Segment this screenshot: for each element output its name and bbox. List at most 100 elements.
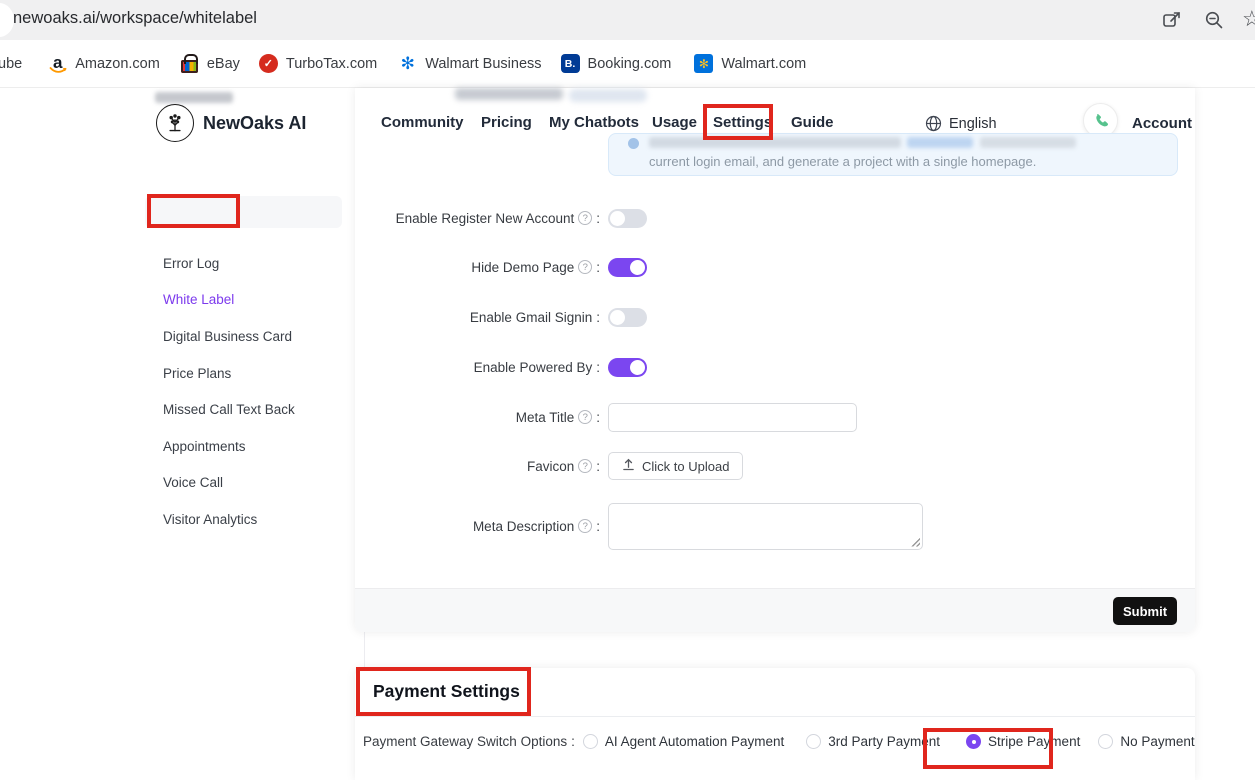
- row-enable-gmail-signin: Enable Gmail Signin :: [363, 301, 1163, 333]
- blurred-toggle-remnant: [569, 89, 647, 102]
- radio-label: Stripe Payment: [988, 734, 1080, 749]
- bookmark-booking[interactable]: B. Booking.com: [561, 54, 672, 73]
- bookmark-label: Amazon.com: [75, 56, 160, 72]
- help-icon[interactable]: ?: [578, 211, 592, 225]
- bookmark-label: Booking.com: [588, 56, 672, 72]
- favicon-upload-button[interactable]: Click to Upload: [608, 452, 743, 480]
- blurred-info-text: [980, 137, 1076, 148]
- bookmarks-bar: ube a Amazon.com eBay ✓ TurboTax.com ✻ W…: [0, 40, 1255, 88]
- sidebar-item-missed-call-text-back[interactable]: Missed Call Text Back: [163, 402, 295, 417]
- radio-icon: [1098, 734, 1113, 749]
- row-payment-gateway-switch-options: Payment Gateway Switch Options : AI Agen…: [363, 734, 1183, 749]
- radio-3rd-party-payment[interactable]: 3rd Party Payment: [806, 734, 940, 749]
- row-enable-register-new-account: Enable Register New Account ? :: [363, 202, 1163, 234]
- help-icon[interactable]: ?: [578, 519, 592, 533]
- info-icon: [628, 138, 639, 149]
- label-colon: :: [596, 310, 600, 325]
- radio-label: 3rd Party Payment: [828, 734, 940, 749]
- blurred-form-remnant: [455, 88, 563, 100]
- nav-guide[interactable]: Guide: [791, 114, 834, 131]
- bookmark-label: TurboTax.com: [286, 56, 377, 72]
- nav-settings[interactable]: Settings: [713, 114, 772, 131]
- blurred-info-text: [649, 137, 901, 148]
- sidebar-item-appointments[interactable]: Appointments: [163, 439, 246, 454]
- sidebar-item-digital-business-card[interactable]: Digital Business Card: [163, 329, 292, 344]
- upload-icon: [622, 458, 635, 474]
- meta-description-textarea[interactable]: [608, 503, 923, 550]
- sidebar-item-visitor-analytics[interactable]: Visitor Analytics: [163, 512, 257, 527]
- share-icon[interactable]: [1161, 9, 1183, 31]
- booking-icon: B.: [561, 54, 580, 73]
- radio-no-payment[interactable]: No Payment: [1098, 734, 1194, 749]
- help-icon[interactable]: ?: [578, 260, 592, 274]
- nav-my-chatbots[interactable]: My Chatbots: [549, 114, 639, 131]
- field-label: Enable Register New Account: [396, 211, 575, 226]
- ebay-icon: [180, 54, 199, 73]
- label-colon: :: [596, 519, 600, 534]
- field-label: Favicon: [527, 459, 574, 474]
- field-label: Hide Demo Page: [471, 260, 574, 275]
- sidebar-item-voice-call[interactable]: Voice Call: [163, 475, 223, 490]
- sidebar-item-price-plans[interactable]: Price Plans: [163, 366, 231, 381]
- nav-community[interactable]: Community: [381, 114, 464, 131]
- row-meta-title: Meta Title ? :: [363, 402, 1163, 432]
- form-footer: Submit: [355, 588, 1195, 632]
- bookmark-label: eBay: [207, 56, 240, 72]
- radio-stripe-payment[interactable]: Stripe Payment: [966, 734, 1080, 749]
- address-bar-pill: [0, 3, 14, 37]
- sidebar-item-white-label[interactable]: White Label: [163, 292, 234, 307]
- bookmark-ebay[interactable]: eBay: [180, 54, 240, 73]
- blurred-workspace-name: [155, 92, 233, 103]
- radio-label: AI Agent Automation Payment: [605, 734, 784, 749]
- field-label: Meta Title: [516, 410, 575, 425]
- turbotax-icon: ✓: [259, 54, 278, 73]
- newoaks-logo-icon: [156, 104, 194, 142]
- favorite-star-icon[interactable]: ☆: [1242, 6, 1255, 32]
- toggle-knob: [630, 360, 645, 375]
- bookmark-turbotax[interactable]: ✓ TurboTax.com: [259, 54, 377, 73]
- zoom-out-icon[interactable]: [1203, 9, 1225, 31]
- upload-button-label: Click to Upload: [642, 459, 729, 474]
- bookmark-label: ube: [0, 56, 22, 72]
- whitelabel-settings-card: Community Pricing My Chatbots Usage Sett…: [355, 88, 1195, 632]
- row-enable-powered-by: Enable Powered By :: [363, 351, 1163, 383]
- blurred-info-link: [907, 137, 973, 148]
- label-colon: :: [596, 459, 600, 474]
- toggle-knob: [630, 260, 645, 275]
- toggle-enable-register-new-account[interactable]: [608, 209, 647, 228]
- label-colon: :: [571, 734, 575, 749]
- toggle-knob: [610, 211, 625, 226]
- bookmark-youtube[interactable]: ube: [0, 56, 22, 72]
- meta-title-input[interactable]: [608, 403, 857, 432]
- field-label: Enable Powered By: [474, 360, 593, 375]
- help-icon[interactable]: ?: [578, 410, 592, 424]
- globe-icon[interactable]: [925, 115, 942, 132]
- language-selector[interactable]: English: [949, 116, 997, 132]
- walmart-spark-icon: ✻: [398, 54, 417, 73]
- bookmark-amazon[interactable]: a Amazon.com: [48, 54, 160, 73]
- field-label: Payment Gateway Switch Options: [363, 734, 567, 749]
- radio-ai-agent-automation-payment[interactable]: AI Agent Automation Payment: [583, 734, 784, 749]
- label-colon: :: [596, 360, 600, 375]
- info-box: current login email, and generate a proj…: [608, 133, 1178, 176]
- label-colon: :: [596, 410, 600, 425]
- toggle-enable-gmail-signin[interactable]: [608, 308, 647, 327]
- sidebar: NewOaks AI Error Log White Label Digital…: [140, 88, 365, 773]
- address-bar-url[interactable]: newoaks.ai/workspace/whitelabel: [13, 9, 257, 28]
- walmart-icon: ✻: [694, 54, 713, 73]
- payment-settings-title: Payment Settings: [373, 681, 520, 702]
- radio-label: No Payment: [1120, 734, 1194, 749]
- help-icon[interactable]: ?: [578, 459, 592, 473]
- sidebar-item-error-log[interactable]: Error Log: [163, 256, 219, 271]
- row-favicon: Favicon ? : Click to Upload: [363, 452, 1163, 480]
- amazon-icon: a: [48, 54, 67, 73]
- nav-usage[interactable]: Usage: [652, 114, 697, 131]
- bookmark-walmart-business[interactable]: ✻ Walmart Business: [398, 54, 541, 73]
- bookmark-walmart[interactable]: ✻ Walmart.com: [694, 54, 806, 73]
- info-text: current login email, and generate a proj…: [649, 154, 1036, 169]
- radio-icon: [583, 734, 598, 749]
- toggle-enable-powered-by[interactable]: [608, 358, 647, 377]
- toggle-hide-demo-page[interactable]: [608, 258, 647, 277]
- nav-pricing[interactable]: Pricing: [481, 114, 532, 131]
- submit-button[interactable]: Submit: [1113, 597, 1177, 625]
